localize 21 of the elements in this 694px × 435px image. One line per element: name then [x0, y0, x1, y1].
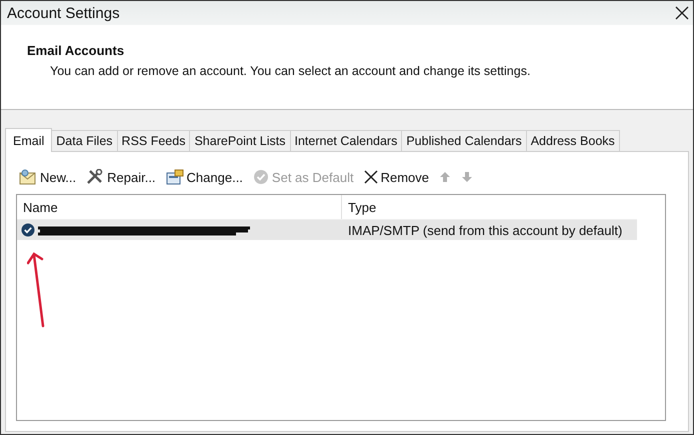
close-icon[interactable]: [675, 6, 689, 20]
toolbar-button[interactable]: Repair...: [83, 167, 159, 187]
form-icon: [166, 169, 184, 185]
section-description: You can add or remove an account. You can select an account and change its settings.: [50, 64, 532, 78]
account-row[interactable]: IMAP/SMTP (send from this account by default): [17, 220, 637, 240]
envelope-icon: [19, 169, 37, 185]
table-cell-text: IMAP/SMTP (send from this account by default): [347, 222, 624, 238]
tab[interactable]: Address Books: [526, 130, 620, 151]
down-arrow-icon: [461, 171, 473, 183]
up-arrow-icon: [439, 171, 451, 183]
toolbar-button[interactable]: Change...: [162, 167, 246, 187]
toolbar-button[interactable]: New...: [16, 167, 80, 187]
tab[interactable]: Email: [5, 128, 52, 152]
section-title: Email Accounts: [27, 43, 126, 58]
column-header[interactable]: Name: [17, 195, 342, 219]
tools-icon: [86, 169, 104, 185]
column-header[interactable]: Type: [342, 195, 637, 219]
window-title: Account Settings: [7, 4, 120, 22]
x-icon: [364, 170, 378, 184]
check-circle-icon: [252, 169, 269, 185]
toolbar-button[interactable]: Remove: [360, 168, 432, 186]
